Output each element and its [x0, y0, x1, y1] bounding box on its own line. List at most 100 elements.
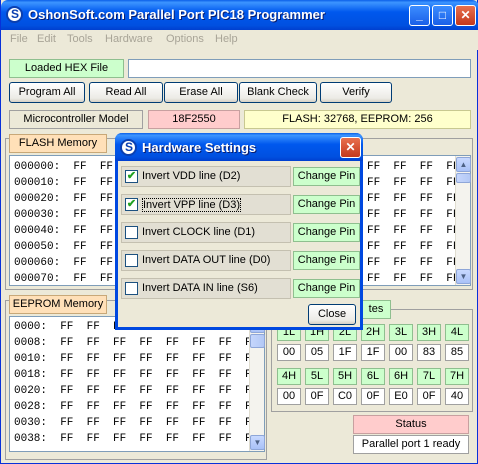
- checkbox-invert-vpp[interactable]: ✔: [125, 198, 138, 211]
- erase-all-button[interactable]: Erase All: [164, 82, 238, 103]
- option-invert-vdd[interactable]: ✔ Invert VDD line (D2): [121, 166, 291, 187]
- eeprom-row: 0038: FF FF FF FF FF FF FF FF: [14, 433, 259, 445]
- flash-row-tail: FF FF FF FF: [367, 209, 460, 221]
- app-icon: [6, 6, 23, 23]
- dialog-title: Hardware Settings: [142, 140, 257, 155]
- option-invert-vpp[interactable]: ✔ Invert VPP line (D3): [121, 194, 291, 215]
- checkbox-invert-data-out[interactable]: [125, 254, 138, 267]
- mcu-model[interactable]: 18F2550: [148, 110, 240, 129]
- option-invert-data-in[interactable]: Invert DATA IN line (S6): [121, 278, 291, 299]
- option-label: Invert VDD line (D2): [142, 170, 241, 182]
- config-byte-value[interactable]: E0: [389, 388, 413, 405]
- read-all-button[interactable]: Read All: [89, 82, 163, 103]
- config-byte-label: 6H: [389, 368, 413, 385]
- flash-scrollbar[interactable]: ▲ ▼: [455, 156, 471, 285]
- flash-row-tail: FF FF FF FF: [367, 225, 460, 237]
- config-byte-label: 4H: [277, 368, 301, 385]
- config-byte-value[interactable]: 83: [417, 344, 441, 361]
- flash-row: 000060: FF FF: [14, 257, 114, 269]
- config-byte-label: 5H: [333, 368, 357, 385]
- window-title: OshonSoft.com Parallel Port PIC18 Progra…: [28, 7, 325, 22]
- checkbox-invert-vdd[interactable]: ✔: [125, 170, 138, 183]
- eeprom-scrollbar[interactable]: ▲ ▼: [249, 317, 265, 451]
- eeprom-row: 0030: FF FF FF FF FF FF FF FF: [14, 417, 259, 429]
- change-pin-button-clock[interactable]: Change Pin: [293, 223, 360, 242]
- change-pin-button-data-in[interactable]: Change Pin: [293, 279, 360, 298]
- menu-options[interactable]: Options: [166, 33, 204, 45]
- program-all-button[interactable]: Program All: [9, 82, 85, 103]
- option-label: Invert CLOCK line (D1): [142, 226, 256, 238]
- mcu-label: Microcontroller Model: [9, 110, 143, 129]
- config-label: tes: [361, 300, 391, 319]
- blank-check-button[interactable]: Blank Check: [239, 82, 317, 103]
- dialog-close-icon[interactable]: ✕: [340, 137, 361, 158]
- config-byte-value[interactable]: 0F: [417, 388, 441, 405]
- status-label: Status: [353, 415, 469, 434]
- scroll-thumb[interactable]: [456, 173, 471, 183]
- menu-edit[interactable]: Edit: [37, 33, 56, 45]
- flash-row: 000010: FF FF: [14, 177, 114, 189]
- config-byte-value[interactable]: 1F: [361, 344, 385, 361]
- config-byte-value[interactable]: 40: [445, 388, 469, 405]
- flash-label: FLASH Memory: [9, 134, 107, 153]
- menu-file[interactable]: File: [10, 33, 28, 45]
- loaded-hex-label: Loaded HEX File: [9, 59, 124, 78]
- verify-button[interactable]: Verify: [320, 82, 392, 103]
- eeprom-memory-view[interactable]: 0000: FF FF FF 0008: FF FF FF FF FF FF F…: [9, 316, 265, 452]
- change-pin-button-data-out[interactable]: Change Pin: [293, 251, 360, 270]
- flash-row: 000040: FF FF: [14, 225, 114, 237]
- menu-hardware[interactable]: Hardware: [105, 33, 153, 45]
- status-value: Parallel port 1 ready: [353, 435, 469, 454]
- eeprom-row: 0028: FF FF FF FF FF FF FF FF: [14, 401, 259, 413]
- checkbox-invert-clock[interactable]: [125, 226, 138, 239]
- minimize-button[interactable]: _: [409, 5, 430, 26]
- change-pin-button-vdd[interactable]: Change Pin: [293, 167, 360, 186]
- checkbox-invert-data-in[interactable]: [125, 282, 138, 295]
- config-byte-label: 5L: [305, 368, 329, 385]
- config-byte-label: 3H: [417, 324, 441, 341]
- scroll-down-icon[interactable]: ▼: [456, 269, 471, 284]
- flash-row-tail: FF FF FF FF: [367, 241, 460, 253]
- flash-row-tail: FF FF FF FF: [367, 161, 460, 173]
- close-button[interactable]: ✕: [455, 5, 476, 26]
- config-byte-label: 7L: [417, 368, 441, 385]
- title-bar[interactable]: OshonSoft.com Parallel Port PIC18 Progra…: [1, 0, 478, 30]
- option-invert-data-out[interactable]: Invert DATA OUT line (D0): [121, 250, 291, 271]
- option-label: Invert DATA OUT line (D0): [142, 254, 271, 266]
- flash-row-tail: FF FF FF FF: [367, 273, 460, 285]
- menu-bar: File Edit Tools Hardware Options Help: [2, 30, 478, 50]
- config-byte-value[interactable]: 1F: [333, 344, 357, 361]
- flash-row-tail: FF FF FF FF: [367, 257, 460, 269]
- option-invert-clock[interactable]: Invert CLOCK line (D1): [121, 222, 291, 243]
- eeprom-row: 0000: FF FF FF: [14, 321, 127, 333]
- hex-path-field[interactable]: [128, 59, 471, 78]
- flash-row: 000020: FF FF: [14, 193, 114, 205]
- config-byte-value[interactable]: 00: [277, 388, 301, 405]
- config-byte-value[interactable]: 05: [305, 344, 329, 361]
- dialog-close-button[interactable]: Close: [308, 304, 356, 325]
- flash-row: 000050: FF FF: [14, 241, 114, 253]
- dialog-title-bar[interactable]: Hardware Settings ✕: [115, 133, 363, 161]
- config-byte-value[interactable]: 0F: [361, 388, 385, 405]
- option-label: Invert VPP line (D3): [142, 198, 242, 212]
- option-label: Invert DATA IN line (S6): [142, 282, 258, 294]
- eeprom-row: 0020: FF FF FF FF FF FF FF FF: [14, 385, 259, 397]
- change-pin-button-vpp[interactable]: Change Pin: [293, 195, 360, 214]
- config-byte-label: 7H: [445, 368, 469, 385]
- menu-tools[interactable]: Tools: [67, 33, 93, 45]
- scroll-down-icon[interactable]: ▼: [250, 435, 265, 450]
- maximize-button[interactable]: □: [432, 5, 453, 26]
- config-byte-value[interactable]: 00: [389, 344, 413, 361]
- config-byte-label: 3L: [389, 324, 413, 341]
- eeprom-row: 0008: FF FF FF FF FF FF FF FF: [14, 337, 259, 349]
- menu-help[interactable]: Help: [215, 33, 238, 45]
- config-byte-label: 6L: [361, 368, 385, 385]
- dialog-app-icon: [120, 139, 137, 156]
- config-byte-value[interactable]: 00: [277, 344, 301, 361]
- config-byte-value[interactable]: C0: [333, 388, 357, 405]
- config-byte-value[interactable]: 0F: [305, 388, 329, 405]
- scroll-up-icon[interactable]: ▲: [456, 157, 471, 172]
- scroll-thumb[interactable]: [250, 334, 265, 348]
- config-byte-value[interactable]: 85: [445, 344, 469, 361]
- flash-row-tail: FF FF FF FF: [367, 177, 460, 189]
